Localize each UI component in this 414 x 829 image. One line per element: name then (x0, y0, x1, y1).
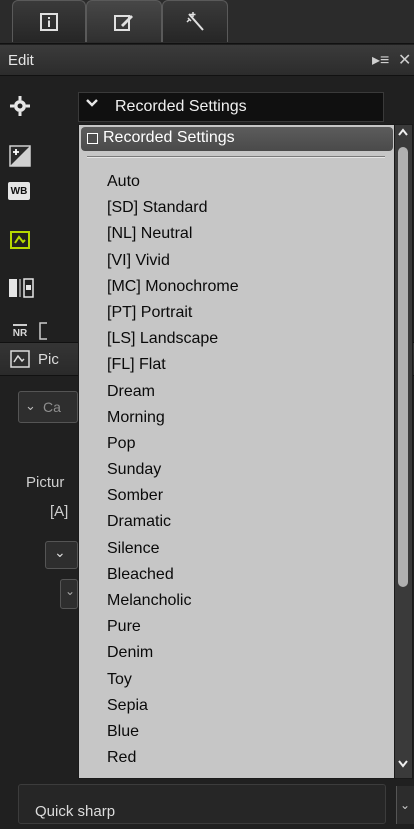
edit-icon (114, 14, 133, 31)
checkbox-icon (87, 133, 98, 144)
sub-dropdown[interactable]: ⌄ (60, 579, 78, 609)
levels-icon[interactable] (8, 276, 36, 300)
effects-icon (186, 11, 204, 31)
dropdown-option[interactable]: Sepia (107, 693, 239, 719)
active-control-label: [A] (50, 503, 69, 520)
dropdown-list: Recorded Settings Auto [SD] Standard [NL] … (78, 124, 413, 779)
picture-control-title: Pic (38, 351, 59, 368)
dropdown-option[interactable]: Silence (107, 536, 239, 562)
dropdown-option[interactable]: Dream (107, 379, 239, 405)
dropdown-option[interactable]: Bleached (107, 562, 239, 588)
close-icon[interactable]: ✕ (398, 50, 411, 70)
recorded-settings-dropdown[interactable]: Recorded Settings (78, 92, 384, 122)
tab-effects[interactable] (162, 0, 228, 42)
dropdown-option[interactable]: Blue (107, 719, 239, 745)
panel-edge-control[interactable]: ⌄ (396, 786, 414, 824)
dropdown-option[interactable]: Auto (107, 169, 239, 195)
picture-control-small-icon (10, 350, 30, 368)
exposure-icon[interactable] (8, 144, 32, 168)
dropdown-selected-item[interactable]: Recorded Settings (81, 127, 393, 151)
picture-control-icon[interactable] (8, 228, 32, 252)
scroll-down-icon[interactable] (397, 759, 409, 772)
dropdown-option[interactable]: Melancholic (107, 588, 239, 614)
selected-item-label: Recorded Settings (103, 129, 235, 146)
dropdown-option[interactable]: Denim (107, 640, 239, 666)
panel-title: Edit (8, 52, 34, 69)
dropdown-value: Recorded Settings (115, 98, 247, 115)
scrollbar[interactable] (394, 125, 412, 778)
dropdown-option[interactable]: [MC] Monochrome (107, 274, 239, 300)
quick-sharp-control[interactable]: Quick sharp (18, 784, 386, 824)
dropdown-option[interactable]: [VI] Vivid (107, 248, 239, 274)
white-balance-icon[interactable]: WB (8, 182, 30, 200)
dropdown-option[interactable]: Pure (107, 614, 239, 640)
noise-reduction-label: NR (12, 323, 28, 339)
camera-dropdown-label: Ca (43, 399, 61, 415)
camera-dropdown[interactable]: ⌄ Ca (18, 391, 78, 423)
picture-control-dropdown[interactable]: ⌄ (45, 541, 78, 569)
dropdown-option[interactable]: [PT] Portrait (107, 300, 239, 326)
tab-strip (0, 0, 414, 44)
chevron-down-icon: ⌄ (25, 398, 36, 413)
dropdown-option[interactable]: [LS] Landscape (107, 326, 239, 352)
edit-panel: Edit ▸≡ ✕ WB NR Pic ⌄ Ca Pictur [A] ⌄ ⌄ … (0, 0, 414, 829)
dropdown-option[interactable]: Morning (107, 405, 239, 431)
quick-sharp-label: Quick sharp (35, 803, 116, 820)
scroll-up-icon[interactable] (397, 127, 409, 140)
panel-menu-icon[interactable]: ▸≡ (372, 50, 389, 70)
lens-correction-icon[interactable] (36, 319, 50, 343)
chevron-down-icon: ⌄ (400, 798, 411, 812)
dropdown-option[interactable]: [FL] Flat (107, 352, 239, 378)
dropdown-option[interactable]: Toy (107, 667, 239, 693)
dropdown-option[interactable]: Dramatic (107, 509, 239, 535)
tab-info[interactable] (12, 0, 86, 42)
dropdown-option[interactable]: Somber (107, 483, 239, 509)
scrollbar-thumb[interactable] (398, 147, 408, 587)
chevron-down-icon: ⌄ (65, 584, 76, 598)
info-icon (40, 12, 58, 31)
picture-control-label: Pictur (26, 474, 65, 491)
dropdown-option[interactable]: Sunday (107, 457, 239, 483)
tab-edit[interactable] (86, 0, 162, 42)
edit-header: Edit ▸≡ ✕ (0, 45, 414, 76)
dropdown-options: Auto [SD] Standard [NL] Neutral [VI] Vivid[… (107, 169, 239, 771)
chevron-down-icon (85, 96, 99, 113)
dropdown-option[interactable]: Red (107, 745, 239, 771)
noise-reduction-icon[interactable]: NR (8, 319, 32, 343)
dropdown-option[interactable]: [SD] Standard (107, 195, 239, 221)
chevron-down-icon: ⌄ (54, 544, 66, 560)
dropdown-option[interactable]: Pop (107, 431, 239, 457)
gear-icon[interactable] (8, 94, 32, 118)
divider (87, 156, 385, 158)
dropdown-option[interactable]: [NL] Neutral (107, 221, 239, 247)
